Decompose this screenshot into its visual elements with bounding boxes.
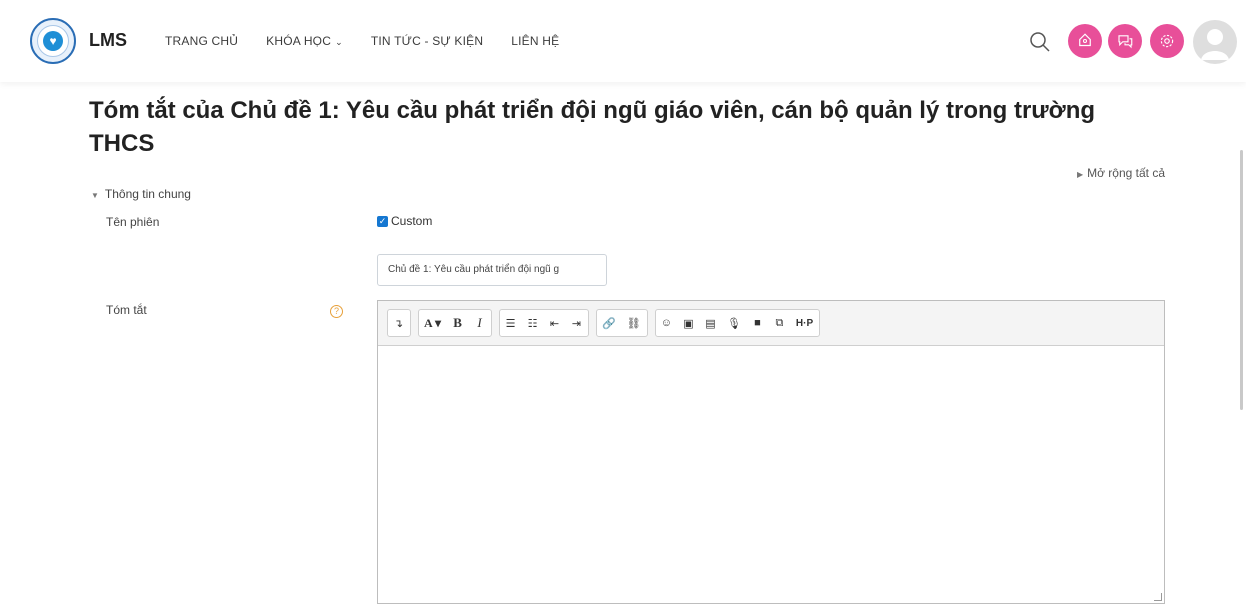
- page-scrollbar[interactable]: [1240, 150, 1243, 410]
- nav-courses-label: KHÓA HỌC: [266, 34, 332, 48]
- chevron-down-icon: ⌄: [335, 37, 343, 47]
- session-name-label: Tên phiên: [106, 215, 160, 229]
- page-title: Tóm tắt của Chủ đề 1: Yêu cầu phát triển…: [89, 97, 1096, 157]
- editor-toolbar: ↴ A ▾ B I ☰ ☷ ⇤ ⇥ 🔗 ⛓ ☺ ▣ ▤ 🎙 ■ ⧉ H·P: [378, 301, 1164, 346]
- logo-ring: ♥: [37, 25, 69, 57]
- bold-button[interactable]: B: [447, 310, 469, 336]
- h5p-button[interactable]: H·P: [791, 310, 819, 336]
- session-name-input[interactable]: Chủ đề 1: Yêu cầu phát triển đội ngũ g: [377, 254, 607, 286]
- toolbar-group-style: A ▾ B I: [418, 309, 493, 337]
- nav-courses[interactable]: KHÓA HỌC ⌄: [266, 34, 343, 48]
- custom-checkbox-row[interactable]: ✓ Custom: [377, 214, 432, 228]
- toolbar-group-collapse: ↴: [387, 309, 411, 337]
- summary-editor: ↴ A ▾ B I ☰ ☷ ⇤ ⇥ 🔗 ⛓ ☺ ▣ ▤ 🎙 ■ ⧉ H·P: [377, 300, 1165, 604]
- messages-icon[interactable]: [1108, 24, 1142, 58]
- indent-button[interactable]: ⇤: [544, 310, 566, 336]
- notification-icon[interactable]: [1068, 24, 1102, 58]
- editor-content-area[interactable]: [378, 346, 1164, 603]
- resize-handle[interactable]: [1154, 593, 1162, 601]
- avatar[interactable]: [1193, 20, 1237, 64]
- expand-all-link[interactable]: ▶ Mở rộng tất cả: [1077, 166, 1165, 180]
- media-button[interactable]: ▤: [700, 310, 722, 336]
- brand-name[interactable]: LMS: [89, 30, 127, 51]
- record-audio-button[interactable]: 🎙: [722, 310, 747, 336]
- nav-contact[interactable]: LIÊN HỆ: [511, 34, 559, 48]
- toolbar-group-lists: ☰ ☷ ⇤ ⇥: [499, 309, 590, 337]
- settings-icon[interactable]: [1150, 24, 1184, 58]
- custom-checkbox-label: Custom: [391, 214, 433, 228]
- nav-news-label: TIN TỨC - SỰ KIỆN: [370, 34, 484, 48]
- ordered-list-button[interactable]: ☷: [522, 310, 544, 336]
- section-general-title: Thông tin chung: [104, 187, 191, 201]
- italic-button[interactable]: I: [469, 310, 491, 336]
- image-button[interactable]: ▣: [678, 310, 700, 336]
- help-icon[interactable]: ?: [330, 305, 343, 318]
- emoji-button[interactable]: ☺: [656, 310, 678, 336]
- unordered-list-button[interactable]: ☰: [500, 310, 522, 336]
- search-icon[interactable]: [1028, 30, 1052, 54]
- summary-label: Tóm tắt: [106, 303, 147, 317]
- logo-emblem-icon: ♥: [43, 31, 63, 51]
- toolbar-group-links: 🔗 ⛓: [596, 309, 648, 337]
- nav-home[interactable]: TRANG CHỦ: [165, 34, 238, 48]
- nav-news[interactable]: TIN TỨC - SỰ KIỆN: [371, 34, 483, 48]
- top-navbar: ♥ LMS TRANG CHỦ KHÓA HỌC ⌄ TIN TỨC - SỰ K…: [0, 0, 1246, 82]
- nav-home-label: TRANG CHỦ: [165, 34, 239, 48]
- font-style-button[interactable]: A ▾: [419, 310, 447, 336]
- main-nav: TRANG CHỦ KHÓA HỌC ⌄ TIN TỨC - SỰ KIỆN LI…: [165, 34, 587, 48]
- toolbar-group-media: ☺ ▣ ▤ 🎙 ■ ⧉ H·P: [654, 309, 821, 337]
- unlink-button[interactable]: ⛓: [622, 310, 647, 336]
- expand-all-label: Mở rộng tất cả: [1087, 166, 1165, 180]
- caret-down-icon: ▼: [91, 191, 99, 200]
- nav-contact-label: LIÊN HỆ: [511, 34, 560, 48]
- caret-right-icon: ▶: [1076, 170, 1084, 179]
- custom-checkbox[interactable]: ✓: [377, 215, 388, 227]
- link-button[interactable]: 🔗: [597, 310, 622, 336]
- manage-files-button[interactable]: ⧉: [769, 310, 791, 336]
- site-logo[interactable]: ♥: [30, 18, 76, 64]
- section-general-header[interactable]: ▼ Thông tin chung: [91, 187, 191, 201]
- outdent-button[interactable]: ⇥: [566, 310, 588, 336]
- record-video-button[interactable]: ■: [747, 310, 769, 336]
- collapse-toolbar-button[interactable]: ↴: [388, 310, 410, 336]
